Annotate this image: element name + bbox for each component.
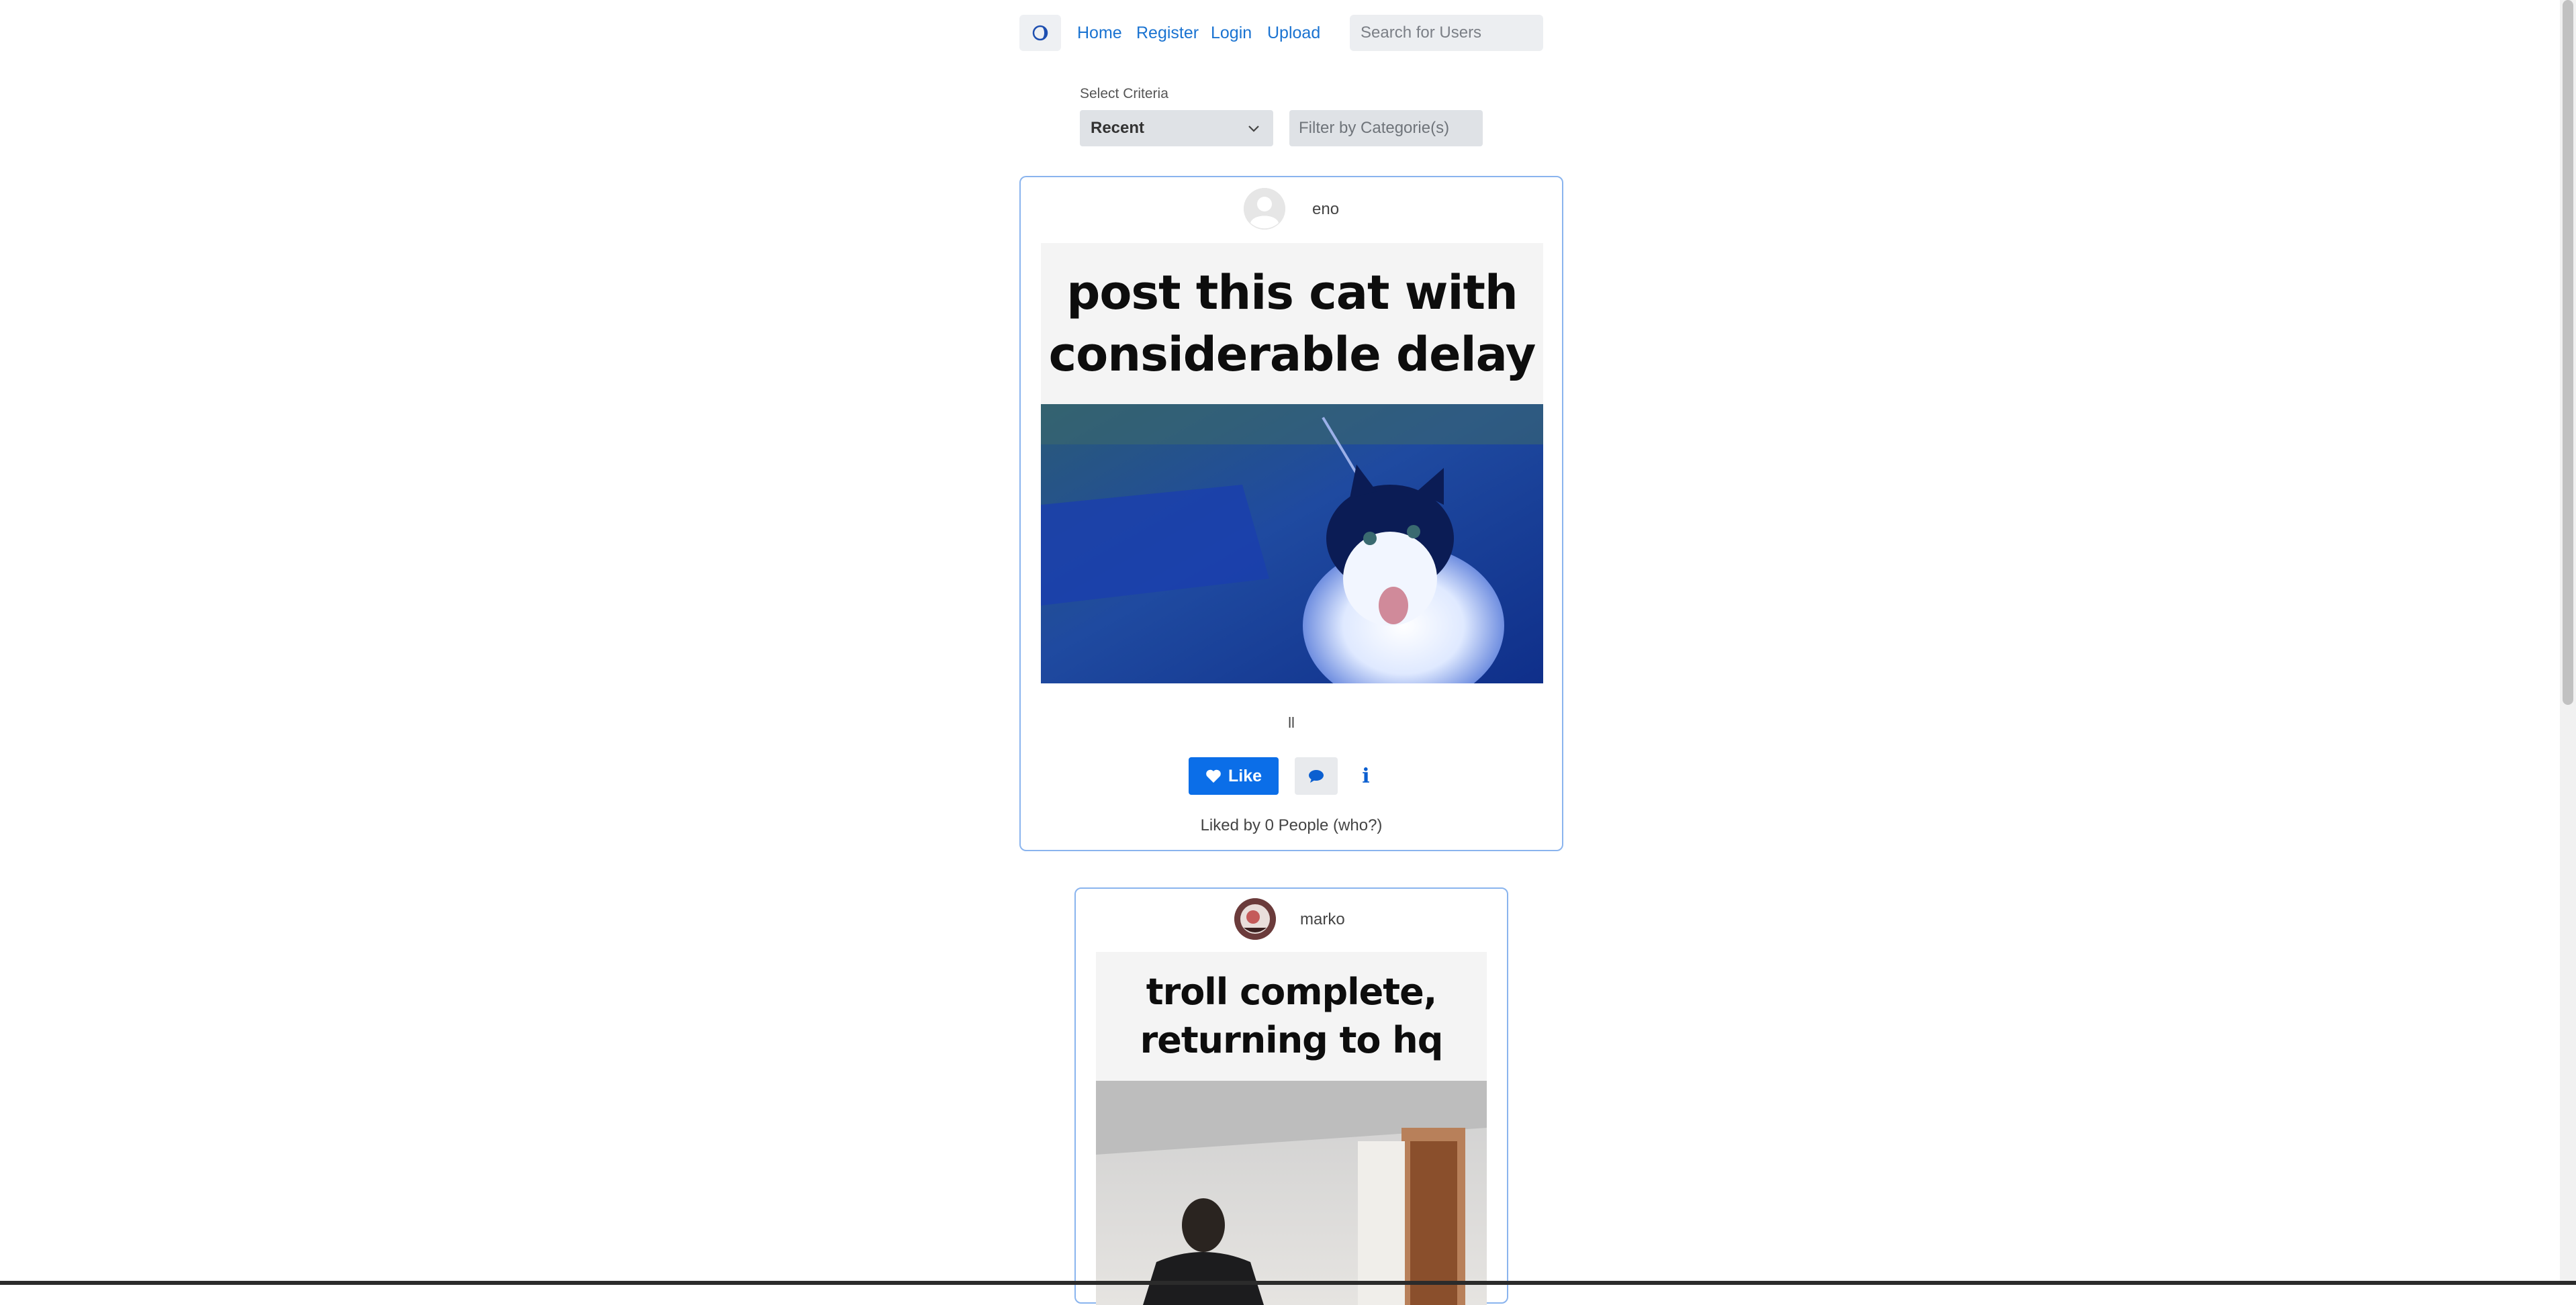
meme-caption-line: post this cat with	[1066, 265, 1518, 320]
liked-by-text[interactable]: Liked by 0 People (who?)	[1021, 816, 1562, 835]
heart-icon	[1206, 769, 1221, 783]
nav-upload-link[interactable]: Upload	[1267, 23, 1320, 43]
nav-home-link[interactable]: Home	[1077, 23, 1122, 43]
comment-button[interactable]	[1295, 757, 1338, 795]
meme-caption-line: considerable delay	[1048, 327, 1536, 382]
meme-caption: troll complete, returning to hq	[1096, 952, 1487, 1081]
theme-toggle-button[interactable]	[1019, 15, 1061, 51]
nav-register-link[interactable]: Register	[1136, 23, 1199, 43]
post-username[interactable]: eno	[1312, 200, 1339, 219]
info-button[interactable]: i	[1352, 757, 1379, 795]
avatar[interactable]	[1234, 898, 1276, 940]
post-image[interactable]: post this cat with considerable delay	[1041, 243, 1543, 683]
comment-icon	[1309, 770, 1324, 783]
default-user-icon	[1244, 188, 1285, 230]
meme-caption-line: troll complete,	[1146, 971, 1437, 1013]
info-icon: i	[1362, 764, 1370, 788]
avatar[interactable]	[1244, 188, 1285, 230]
like-button[interactable]: Like	[1189, 757, 1279, 795]
scrollbar-thumb[interactable]	[2563, 0, 2573, 705]
nav-login-link[interactable]: Login	[1211, 23, 1252, 43]
user-avatar-image	[1234, 898, 1276, 940]
criteria-select[interactable]: Recent	[1080, 110, 1273, 146]
criteria-selected-value: Recent	[1091, 119, 1145, 137]
category-filter-input[interactable]	[1289, 110, 1483, 146]
criteria-label: Select Criteria	[1080, 86, 1168, 101]
theme-toggle-icon	[1032, 25, 1048, 41]
chevron-down-icon	[1248, 126, 1259, 132]
post-description: ll	[1288, 714, 1295, 731]
post-card: eno post this cat with considerable dela…	[1019, 176, 1563, 851]
post-username[interactable]: marko	[1300, 910, 1345, 929]
meme-caption: post this cat with considerable delay	[1041, 243, 1543, 404]
post-card: marko troll complete, returning to hq	[1074, 887, 1508, 1305]
user-search-input[interactable]	[1350, 15, 1543, 51]
hallway-photo	[1096, 1081, 1487, 1305]
post-image[interactable]: troll complete, returning to hq	[1096, 952, 1487, 1305]
like-label: Like	[1228, 766, 1262, 785]
cat-photo	[1041, 404, 1543, 683]
window-bottom-edge	[0, 1281, 2576, 1285]
meme-caption-line: returning to hq	[1140, 1019, 1444, 1061]
